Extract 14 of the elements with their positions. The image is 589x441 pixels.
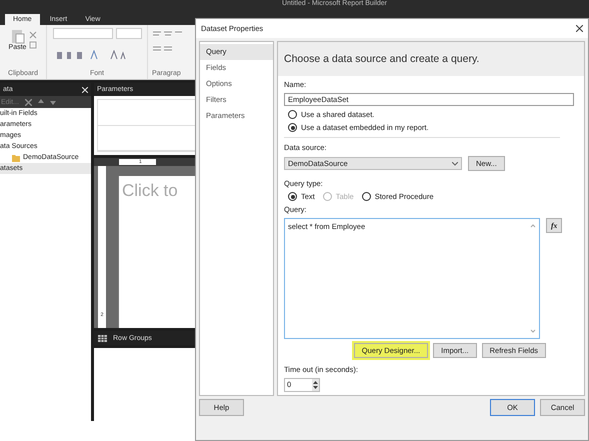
up-arrow-icon[interactable] [38, 99, 44, 105]
paste-icon [10, 28, 24, 44]
down-arrow-icon[interactable] [50, 99, 56, 105]
radio-button[interactable] [362, 192, 371, 201]
scrollbar-arrows-icon [530, 222, 536, 335]
grid-icon [98, 334, 107, 342]
spinner-arrows-icon[interactable] [312, 379, 319, 391]
delete-icon[interactable] [24, 98, 32, 106]
close-icon[interactable] [576, 25, 583, 32]
radio-button[interactable] [288, 110, 297, 119]
radio-button[interactable] [288, 192, 297, 201]
chevron-down-icon [452, 162, 458, 166]
section-heading: Choose a data source and create a query. [284, 53, 480, 65]
radio-button[interactable] [288, 123, 297, 132]
